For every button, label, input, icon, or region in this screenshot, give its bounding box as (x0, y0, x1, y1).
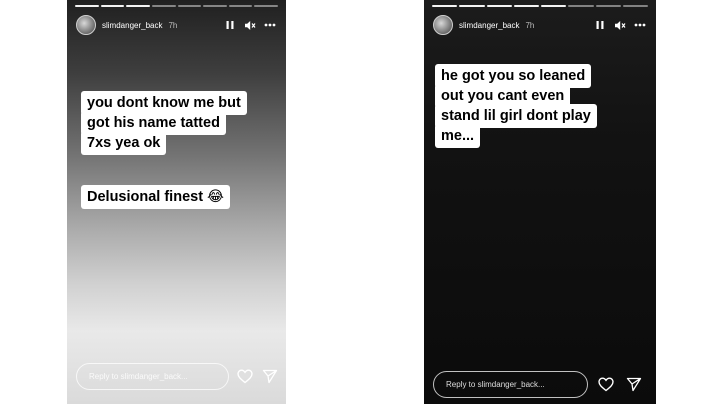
post-time: 7h (525, 20, 535, 30)
reply-input[interactable]: Reply to slimdanger_back... (433, 370, 588, 398)
caption-line: 7xs yea ok (81, 131, 167, 155)
story-panel-right: slimdanger_back 7h he got you so leaned … (424, 0, 656, 404)
progress-segment (568, 5, 594, 7)
reply-input[interactable]: Reply to slimdanger_back... (76, 362, 229, 390)
progress-segment (254, 5, 278, 7)
username[interactable]: slimdanger_back (102, 21, 162, 30)
progress-segment (75, 5, 99, 7)
progress-segment (100, 5, 125, 7)
more-icon[interactable] (632, 17, 648, 33)
more-icon[interactable] (262, 17, 278, 33)
story-progress-bar (75, 5, 278, 8)
progress-segment (228, 5, 253, 7)
caption-line: Delusional finest 😂 (81, 185, 230, 209)
progress-segment (459, 5, 485, 7)
story-footer: Reply to slimdanger_back... (76, 361, 278, 391)
avatar[interactable] (76, 15, 96, 35)
send-icon[interactable] (624, 374, 644, 394)
reply-placeholder: Reply to slimdanger_back... (446, 379, 545, 389)
progress-segment (203, 5, 227, 7)
caption-line: me... (435, 124, 481, 148)
pause-icon[interactable] (592, 17, 608, 33)
story-progress-bar (432, 5, 648, 8)
progress-segment (622, 5, 648, 7)
progress-segment (513, 5, 539, 7)
mute-icon[interactable] (242, 17, 258, 33)
progress-segment (595, 5, 621, 7)
story-panel-left: slimdanger_back 7h you dont know me but … (67, 0, 286, 404)
post-time: 7h (168, 20, 178, 30)
heart-icon[interactable] (596, 374, 616, 394)
heart-icon[interactable] (237, 366, 254, 386)
username[interactable]: slimdanger_back (459, 21, 519, 30)
pause-icon[interactable] (222, 17, 238, 33)
progress-segment (541, 5, 567, 7)
send-icon[interactable] (262, 366, 279, 386)
mute-icon[interactable] (612, 17, 628, 33)
story-caption: he got you so leaned out you cant even s… (435, 64, 656, 148)
progress-segment (177, 5, 202, 7)
story-header: slimdanger_back 7h (76, 14, 278, 36)
avatar[interactable] (433, 15, 453, 35)
story-caption: you dont know me but got his name tatted… (81, 91, 286, 155)
story-header: slimdanger_back 7h (433, 14, 648, 36)
story-footer: Reply to slimdanger_back... (433, 369, 648, 399)
progress-segment (486, 5, 512, 7)
progress-segment (432, 5, 458, 7)
story-caption: Delusional finest 😂 (81, 185, 286, 209)
progress-segment (126, 5, 150, 7)
progress-segment (151, 5, 176, 7)
reply-placeholder: Reply to slimdanger_back... (89, 371, 188, 381)
